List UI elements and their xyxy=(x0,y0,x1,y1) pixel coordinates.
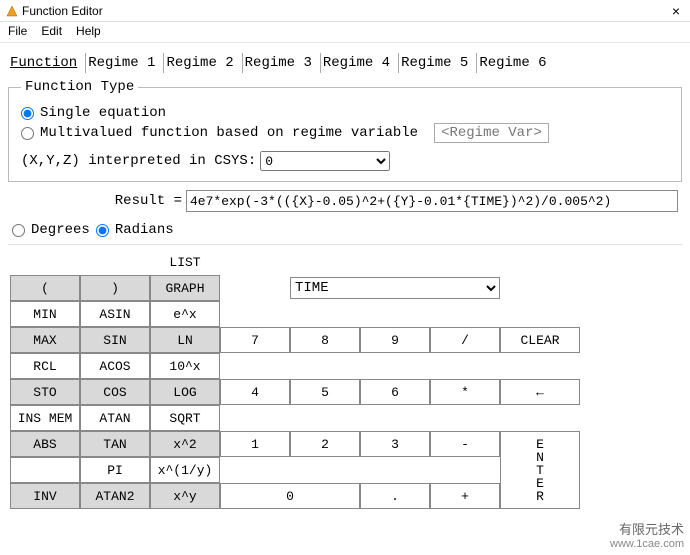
radio-multivalued[interactable] xyxy=(21,127,34,140)
result-label: Result = xyxy=(12,193,182,209)
radio-single-equation[interactable] xyxy=(21,107,34,120)
result-field[interactable] xyxy=(186,190,678,212)
digit-5-button[interactable]: 5 xyxy=(290,379,360,405)
function-type-legend: Function Type xyxy=(21,79,138,95)
digit-2-button[interactable]: 2 xyxy=(290,431,360,457)
close-button[interactable]: × xyxy=(668,3,684,19)
digit-6-button[interactable]: 6 xyxy=(360,379,430,405)
tenx-label: 10^x xyxy=(150,353,220,379)
cos-button[interactable]: COS xyxy=(80,379,150,405)
app-icon xyxy=(6,5,18,17)
inv-button[interactable]: INV xyxy=(10,483,80,509)
watermark: 有限元技术 www.1cae.com xyxy=(610,522,684,551)
tab-function[interactable]: Function xyxy=(8,53,79,73)
max-button[interactable]: MAX xyxy=(10,327,80,353)
rcl-label: RCL xyxy=(10,353,80,379)
tab-regime-1[interactable]: Regime 1 xyxy=(85,53,157,73)
graph-button[interactable]: GRAPH xyxy=(150,275,220,301)
log-button[interactable]: LOG xyxy=(150,379,220,405)
csys-select[interactable]: 0 xyxy=(260,151,390,171)
regime-var-field: <Regime Var> xyxy=(434,123,549,143)
list-label: LIST xyxy=(150,249,220,275)
sin-button[interactable]: SIN xyxy=(80,327,150,353)
tab-regime-6[interactable]: Regime 6 xyxy=(476,53,548,73)
tab-regime-3[interactable]: Regime 3 xyxy=(242,53,314,73)
radio-single-label: Single equation xyxy=(40,105,166,121)
multiply-button[interactable]: * xyxy=(430,379,500,405)
digit-9-button[interactable]: 9 xyxy=(360,327,430,353)
radio-multi-label: Multivalued function based on regime var… xyxy=(40,125,418,141)
tab-regime-4[interactable]: Regime 4 xyxy=(320,53,392,73)
xsquared-button[interactable]: x^2 xyxy=(150,431,220,457)
blank-label xyxy=(10,457,80,483)
tab-strip: Function Regime 1 Regime 2 Regime 3 Regi… xyxy=(8,53,682,73)
digit-1-button[interactable]: 1 xyxy=(220,431,290,457)
tab-regime-2[interactable]: Regime 2 xyxy=(163,53,235,73)
digit-7-button[interactable]: 7 xyxy=(220,327,290,353)
xy1-label: x^(1/y) xyxy=(150,457,220,483)
variable-select[interactable]: TIME xyxy=(290,277,500,299)
ln-button[interactable]: LN xyxy=(150,327,220,353)
add-button[interactable]: + xyxy=(430,483,500,509)
radians-label: Radians xyxy=(115,222,174,238)
atan-label: ATAN xyxy=(80,405,150,431)
insmem-label: INS MEM xyxy=(10,405,80,431)
xy-button[interactable]: x^y xyxy=(150,483,220,509)
clear-button[interactable]: CLEAR xyxy=(500,327,580,353)
tan-button[interactable]: TAN xyxy=(80,431,150,457)
backspace-button[interactable]: ← xyxy=(500,379,580,405)
menu-bar: File Edit Help xyxy=(0,22,690,43)
subtract-button[interactable]: - xyxy=(430,431,500,457)
dot-button[interactable]: . xyxy=(360,483,430,509)
acos-label: ACOS xyxy=(80,353,150,379)
sqrt-label: SQRT xyxy=(150,405,220,431)
lparen-button[interactable]: ( xyxy=(10,275,80,301)
divide-button[interactable]: / xyxy=(430,327,500,353)
rparen-button[interactable]: ) xyxy=(80,275,150,301)
tab-regime-5[interactable]: Regime 5 xyxy=(398,53,470,73)
digit-3-button[interactable]: 3 xyxy=(360,431,430,457)
window-title: Function Editor xyxy=(22,4,664,18)
sto-button[interactable]: STO xyxy=(10,379,80,405)
min-label: MIN xyxy=(10,301,80,327)
degrees-label: Degrees xyxy=(31,222,90,238)
menu-edit[interactable]: Edit xyxy=(41,24,62,38)
variable-select-cell: TIME xyxy=(290,275,500,301)
csys-label: (X,Y,Z) interpreted in CSYS: xyxy=(21,153,256,169)
menu-help[interactable]: Help xyxy=(76,24,101,38)
pi-label: PI xyxy=(80,457,150,483)
function-type-group: Function Type Single equation Multivalue… xyxy=(8,79,682,182)
digit-4-button[interactable]: 4 xyxy=(220,379,290,405)
asin-label: ASIN xyxy=(80,301,150,327)
title-bar: Function Editor × xyxy=(0,0,690,22)
menu-file[interactable]: File xyxy=(8,24,27,38)
radio-degrees[interactable] xyxy=(12,224,25,237)
ex-label: e^x xyxy=(150,301,220,327)
keypad: LIST ( ) GRAPH TIME MIN ASIN e^x xyxy=(8,245,682,511)
digit-0-button[interactable]: 0 xyxy=(220,483,360,509)
abs-button[interactable]: ABS xyxy=(10,431,80,457)
radio-radians[interactable] xyxy=(96,224,109,237)
atan2-button[interactable]: ATAN2 xyxy=(80,483,150,509)
digit-8-button[interactable]: 8 xyxy=(290,327,360,353)
enter-button[interactable]: E N T E R xyxy=(500,431,580,509)
